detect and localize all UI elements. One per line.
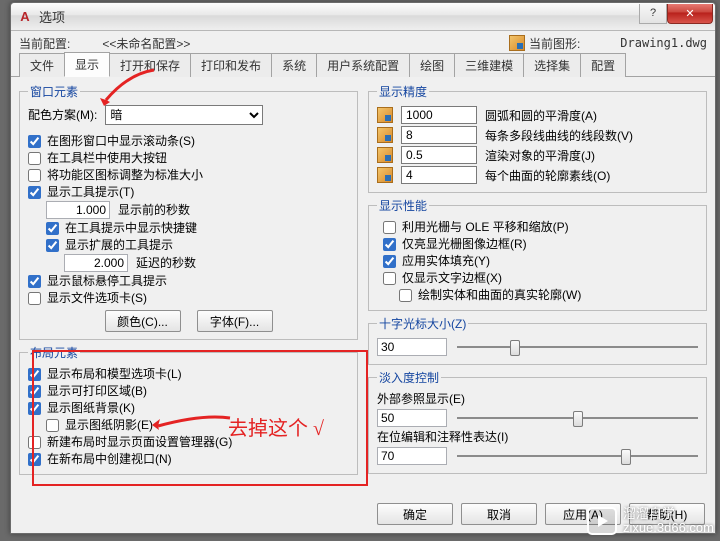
chk-pagesetup[interactable]: 新建布局时显示页面设置管理器(G) bbox=[28, 434, 232, 450]
tab-files[interactable]: 文件 bbox=[19, 53, 65, 77]
close-button[interactable]: ✕ bbox=[667, 4, 713, 24]
titlebar: A 选项 ? ✕ bbox=[11, 3, 715, 31]
colors-button[interactable]: 颜色(C)... bbox=[105, 310, 181, 332]
tab-display[interactable]: 显示 bbox=[64, 52, 110, 77]
chk-paperbg[interactable]: 显示图纸背景(K) bbox=[28, 400, 135, 416]
fade-legend: 淡入度控制 bbox=[377, 369, 441, 386]
chk-stdicon[interactable]: 将功能区图标调整为标准大小 bbox=[28, 167, 203, 183]
p4-input[interactable]: 4 bbox=[401, 166, 477, 184]
fade-edit-label: 在位编辑和注释性表达(I) bbox=[377, 429, 508, 445]
scheme-label: 配色方案(M): bbox=[28, 107, 97, 123]
profile-row: 当前配置: <<未命名配置>> 当前图形: Drawing1.dwg bbox=[11, 31, 715, 53]
current-drawing-label: 当前图形: bbox=[529, 35, 580, 52]
fade-edit-input[interactable] bbox=[377, 447, 447, 465]
p2-input[interactable]: 8 bbox=[401, 126, 477, 144]
current-profile-label: 当前配置: bbox=[19, 35, 70, 52]
p3-label: 渲染对象的平滑度(J) bbox=[485, 147, 595, 164]
chk-pan[interactable]: 利用光栅与 OLE 平移和缩放(P) bbox=[383, 219, 569, 235]
p1-label: 圆弧和圆的平滑度(A) bbox=[485, 107, 597, 124]
fade-xref-input[interactable] bbox=[377, 409, 447, 427]
display-performance-legend: 显示性能 bbox=[377, 197, 429, 214]
window-elements-group: 窗口元素 配色方案(M): 暗 在图形窗口中显示滚动条(S) 在工具栏中使用大按… bbox=[19, 83, 358, 340]
crosshair-group: 十字光标大小(Z) bbox=[368, 315, 707, 365]
display-performance-group: 显示性能 利用光栅与 OLE 平移和缩放(P) 仅亮显光栅图像边框(R) 应用实… bbox=[368, 197, 707, 311]
window-elements-legend: 窗口元素 bbox=[28, 83, 80, 100]
sec-before-label: 显示前的秒数 bbox=[118, 202, 190, 218]
help-button[interactable]: 帮助(H) bbox=[629, 503, 705, 525]
layout-elements-group: 布局元素 显示布局和模型选项卡(L) 显示可打印区域(B) 显示图纸背景(K) … bbox=[19, 344, 358, 475]
fade-xref-slider[interactable] bbox=[457, 408, 698, 428]
fade-xref-label: 外部参照显示(E) bbox=[377, 391, 465, 407]
right-column: 显示精度 1000 圆弧和圆的平滑度(A) 8 每条多段线曲线的线段数(V) 0… bbox=[368, 83, 707, 493]
tab-draw[interactable]: 绘图 bbox=[409, 53, 455, 77]
tab-3d[interactable]: 三维建模 bbox=[454, 53, 524, 77]
chk-shortcut[interactable]: 在工具提示中显示快捷键 bbox=[46, 220, 197, 236]
fade-group: 淡入度控制 外部参照显示(E) 在位编辑和注释性表达(I) bbox=[368, 369, 707, 474]
dwg-icon bbox=[377, 127, 393, 143]
chk-viewport[interactable]: 在新布局中创建视口(N) bbox=[28, 451, 172, 467]
dwg-icon bbox=[377, 147, 393, 163]
chk-papershadow[interactable]: 显示图纸阴影(E) bbox=[46, 417, 153, 433]
fonts-button[interactable]: 字体(F)... bbox=[197, 310, 273, 332]
app-icon: A bbox=[17, 9, 33, 25]
dwg-icon bbox=[377, 107, 393, 123]
current-profile-value: <<未命名配置>> bbox=[102, 35, 190, 52]
crosshair-slider[interactable] bbox=[457, 337, 698, 357]
chk-textframe[interactable]: 仅显示文字边框(X) bbox=[383, 270, 502, 286]
tab-system[interactable]: 系统 bbox=[271, 53, 317, 77]
p3-input[interactable]: 0.5 bbox=[401, 146, 477, 164]
footer: 确定 取消 应用(A) 帮助(H) bbox=[11, 497, 715, 533]
sec-before-input[interactable] bbox=[46, 201, 110, 219]
chk-bigbtn[interactable]: 在工具栏中使用大按钮 bbox=[28, 150, 167, 166]
chk-ext-tt[interactable]: 显示扩展的工具提示 bbox=[46, 237, 173, 253]
dwg-icon bbox=[377, 167, 393, 183]
chk-layouttabs[interactable]: 显示布局和模型选项卡(L) bbox=[28, 366, 182, 382]
fade-edit-slider[interactable] bbox=[457, 446, 698, 466]
layout-elements-legend: 布局元素 bbox=[28, 344, 80, 361]
chk-scroll[interactable]: 在图形窗口中显示滚动条(S) bbox=[28, 133, 195, 149]
tab-plot[interactable]: 打印和发布 bbox=[190, 53, 272, 77]
tab-opensave[interactable]: 打开和保存 bbox=[109, 53, 191, 77]
help-button[interactable]: ? bbox=[639, 4, 667, 24]
current-drawing-value: Drawing1.dwg bbox=[620, 36, 707, 50]
left-column: 窗口元素 配色方案(M): 暗 在图形窗口中显示滚动条(S) 在工具栏中使用大按… bbox=[19, 83, 358, 493]
delay-sec-input[interactable] bbox=[64, 254, 128, 272]
tab-select[interactable]: 选择集 bbox=[523, 53, 581, 77]
p2-label: 每条多段线曲线的线段数(V) bbox=[485, 127, 633, 144]
apply-button[interactable]: 应用(A) bbox=[545, 503, 621, 525]
drawing-icon bbox=[509, 35, 525, 51]
tabs: 文件 显示 打开和保存 打印和发布 系统 用户系统配置 绘图 三维建模 选择集 … bbox=[11, 53, 715, 77]
chk-silh[interactable]: 绘制实体和曲面的真实轮廓(W) bbox=[399, 287, 581, 303]
crosshair-input[interactable] bbox=[377, 338, 447, 356]
cancel-button[interactable]: 取消 bbox=[461, 503, 537, 525]
chk-hover[interactable]: 显示鼠标悬停工具提示 bbox=[28, 273, 167, 289]
chk-frame[interactable]: 仅亮显光栅图像边框(R) bbox=[383, 236, 527, 252]
ok-button[interactable]: 确定 bbox=[377, 503, 453, 525]
display-precision-group: 显示精度 1000 圆弧和圆的平滑度(A) 8 每条多段线曲线的线段数(V) 0… bbox=[368, 83, 707, 193]
window-title: 选项 bbox=[39, 7, 639, 26]
window-buttons: ? ✕ bbox=[639, 4, 713, 24]
chk-printable[interactable]: 显示可打印区域(B) bbox=[28, 383, 147, 399]
chk-solidfill[interactable]: 应用实体填充(Y) bbox=[383, 253, 490, 269]
scheme-select[interactable]: 暗 bbox=[105, 105, 263, 125]
chk-tooltips[interactable]: 显示工具提示(T) bbox=[28, 184, 134, 200]
crosshair-legend: 十字光标大小(Z) bbox=[377, 315, 468, 332]
content: 窗口元素 配色方案(M): 暗 在图形窗口中显示滚动条(S) 在工具栏中使用大按… bbox=[11, 77, 715, 497]
delay-sec-label: 延迟的秒数 bbox=[136, 255, 196, 271]
chk-filetabs[interactable]: 显示文件选项卡(S) bbox=[28, 290, 147, 306]
p4-label: 每个曲面的轮廓素线(O) bbox=[485, 167, 610, 184]
tab-profiles[interactable]: 配置 bbox=[580, 53, 626, 77]
tab-userpref[interactable]: 用户系统配置 bbox=[316, 53, 410, 77]
p1-input[interactable]: 1000 bbox=[401, 106, 477, 124]
options-dialog: A 选项 ? ✕ 当前配置: <<未命名配置>> 当前图形: Drawing1.… bbox=[10, 2, 716, 534]
display-precision-legend: 显示精度 bbox=[377, 83, 429, 100]
